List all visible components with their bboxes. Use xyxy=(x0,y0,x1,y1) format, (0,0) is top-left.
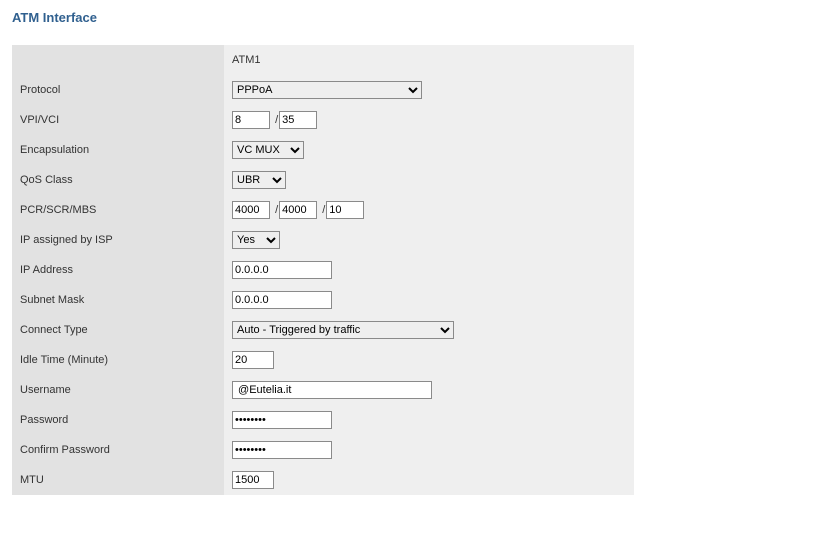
table-row: Encapsulation VC MUX xyxy=(12,135,634,165)
confirm-label: Confirm Password xyxy=(12,435,224,465)
ipaddress-input[interactable] xyxy=(232,261,332,279)
table-row: Username xyxy=(12,375,634,405)
table-row: VPI/VCI / xyxy=(12,105,634,135)
mtu-label: MTU xyxy=(12,465,224,495)
slash-separator: / xyxy=(275,204,278,216)
username-label: Username xyxy=(12,375,224,405)
protocol-select[interactable]: PPPoA xyxy=(232,81,422,99)
mtu-input[interactable] xyxy=(232,471,274,489)
idletime-input[interactable] xyxy=(232,351,274,369)
slash-separator: / xyxy=(275,114,278,126)
mbs-input[interactable] xyxy=(326,201,364,219)
empty-header xyxy=(12,45,224,75)
pcr-input[interactable] xyxy=(232,201,270,219)
table-row: QoS Class UBR xyxy=(12,165,634,195)
table-row: Confirm Password xyxy=(12,435,634,465)
table-row: IP assigned by ISP Yes xyxy=(12,225,634,255)
pcrscrmbs-label: PCR/SCR/MBS xyxy=(12,195,224,225)
connecttype-label: Connect Type xyxy=(12,315,224,345)
table-row: PCR/SCR/MBS / / xyxy=(12,195,634,225)
column-header: ATM1 xyxy=(224,45,634,75)
vpivci-label: VPI/VCI xyxy=(12,105,224,135)
subnet-input[interactable] xyxy=(232,291,332,309)
ipassigned-select[interactable]: Yes xyxy=(232,231,280,249)
username-input[interactable] xyxy=(232,381,432,399)
idletime-label: Idle Time (Minute) xyxy=(12,345,224,375)
password-input[interactable] xyxy=(232,411,332,429)
table-row: Subnet Mask xyxy=(12,285,634,315)
table-row: MTU xyxy=(12,465,634,495)
table-row: Connect Type Auto - Triggered by traffic xyxy=(12,315,634,345)
confirm-password-input[interactable] xyxy=(232,441,332,459)
password-label: Password xyxy=(12,405,224,435)
table-row: IP Address xyxy=(12,255,634,285)
connecttype-select[interactable]: Auto - Triggered by traffic xyxy=(232,321,454,339)
qos-label: QoS Class xyxy=(12,165,224,195)
table-row: Idle Time (Minute) xyxy=(12,345,634,375)
table-header-row: ATM1 xyxy=(12,45,634,75)
qos-select[interactable]: UBR xyxy=(232,171,286,189)
table-row: Protocol PPPoA xyxy=(12,75,634,105)
ipassigned-label: IP assigned by ISP xyxy=(12,225,224,255)
ipaddress-label: IP Address xyxy=(12,255,224,285)
vci-input[interactable] xyxy=(279,111,317,129)
page-title: ATM Interface xyxy=(12,10,806,25)
settings-table: ATM1 Protocol PPPoA VPI/VCI / Encapsulat… xyxy=(12,45,634,495)
table-row: Password xyxy=(12,405,634,435)
protocol-label: Protocol xyxy=(12,75,224,105)
slash-separator: / xyxy=(322,204,325,216)
scr-input[interactable] xyxy=(279,201,317,219)
vpi-input[interactable] xyxy=(232,111,270,129)
encapsulation-select[interactable]: VC MUX xyxy=(232,141,304,159)
subnet-label: Subnet Mask xyxy=(12,285,224,315)
encapsulation-label: Encapsulation xyxy=(12,135,224,165)
